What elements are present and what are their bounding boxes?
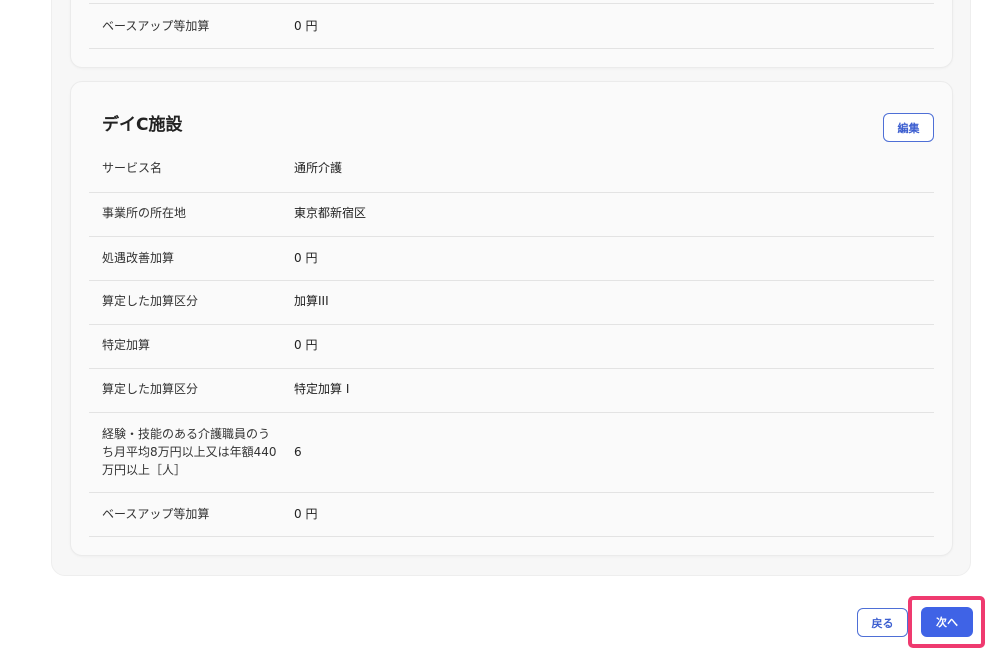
table-row: 事業所の所在地 東京都新宿区	[89, 193, 934, 237]
row-label: サービス名	[102, 161, 163, 175]
row-label: ベースアップ等加算	[102, 507, 210, 521]
row-value: 0 円	[294, 251, 318, 265]
edit-button[interactable]: 編集	[883, 113, 934, 142]
row-label: 経験・技能のある介護職員のう ち月平均8万円以上又は年額440 万円以上［人］	[102, 425, 277, 479]
row-value: 加算III	[294, 294, 329, 308]
row-label: 事業所の所在地	[102, 206, 187, 220]
row-value: 6	[294, 445, 302, 459]
row-label: 処遇改善加算	[102, 251, 175, 265]
row-label: 特定加算	[102, 338, 151, 352]
back-button[interactable]: 戻る	[857, 608, 908, 637]
row-label-line: 万円以上［人］	[102, 463, 187, 477]
table-row: 特定加算 0 円	[89, 325, 934, 369]
row-value: 通所介護	[294, 161, 343, 175]
row-label-line: ち月平均8万円以上又は年額440	[102, 445, 277, 459]
table-row: 処遇改善加算 0 円	[89, 237, 934, 281]
table-row: サービス名 通所介護	[89, 148, 934, 193]
row-value: 0 円	[294, 19, 318, 33]
next-button[interactable]: 次へ	[921, 607, 973, 637]
row-value: 0 円	[294, 507, 318, 521]
table-row: ベースアップ等加算 0 円	[89, 3, 934, 49]
table-row: 算定した加算区分 特定加算 I	[89, 369, 934, 413]
row-label: 算定した加算区分	[102, 294, 199, 308]
row-label: 算定した加算区分	[102, 382, 199, 396]
row-value: 東京都新宿区	[294, 206, 367, 220]
row-label-line: 経験・技能のある介護職員のう	[102, 427, 271, 441]
row-value: 0 円	[294, 338, 318, 352]
table-row: 算定した加算区分 加算III	[89, 281, 934, 325]
table-row: ベースアップ等加算 0 円	[89, 493, 934, 537]
section-title: デイC施設	[102, 115, 183, 135]
table-row: 経験・技能のある介護職員のう ち月平均8万円以上又は年額440 万円以上［人］ …	[89, 413, 934, 493]
row-label: ベースアップ等加算	[102, 19, 210, 33]
row-value: 特定加算 I	[294, 382, 350, 396]
